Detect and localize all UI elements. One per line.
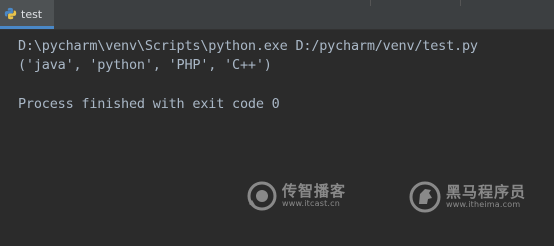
run-tab-bar: test	[0, 0, 554, 30]
watermark-name: 黑马程序员	[446, 183, 527, 201]
tab-divider	[370, 0, 371, 6]
watermark-url: www.itheima.com	[446, 200, 521, 209]
program-output-line: ('java', 'python', 'PHP', 'C++')	[18, 57, 272, 73]
tab-test[interactable]: test	[0, 0, 54, 29]
watermark-url: www.itcast.cn	[282, 199, 341, 208]
tab-divider	[460, 0, 461, 6]
python-icon	[4, 7, 17, 20]
tab-label: test	[21, 7, 43, 21]
itcast-logo-icon	[246, 180, 278, 212]
horse-logo-icon	[408, 180, 442, 214]
watermark-name: 传智播客	[282, 182, 347, 200]
run-console-window: test D:\pycharm\venv\Scripts\python.exe …	[0, 0, 554, 246]
itcast-watermark: 传智播客 www.itcast.cn	[246, 180, 346, 212]
itheima-watermark: 黑马程序员 www.itheima.com	[408, 180, 526, 214]
exit-status-line: Process finished with exit code 0	[18, 96, 280, 112]
command-line: D:\pycharm\venv\Scripts\python.exe D:/py…	[18, 38, 478, 54]
